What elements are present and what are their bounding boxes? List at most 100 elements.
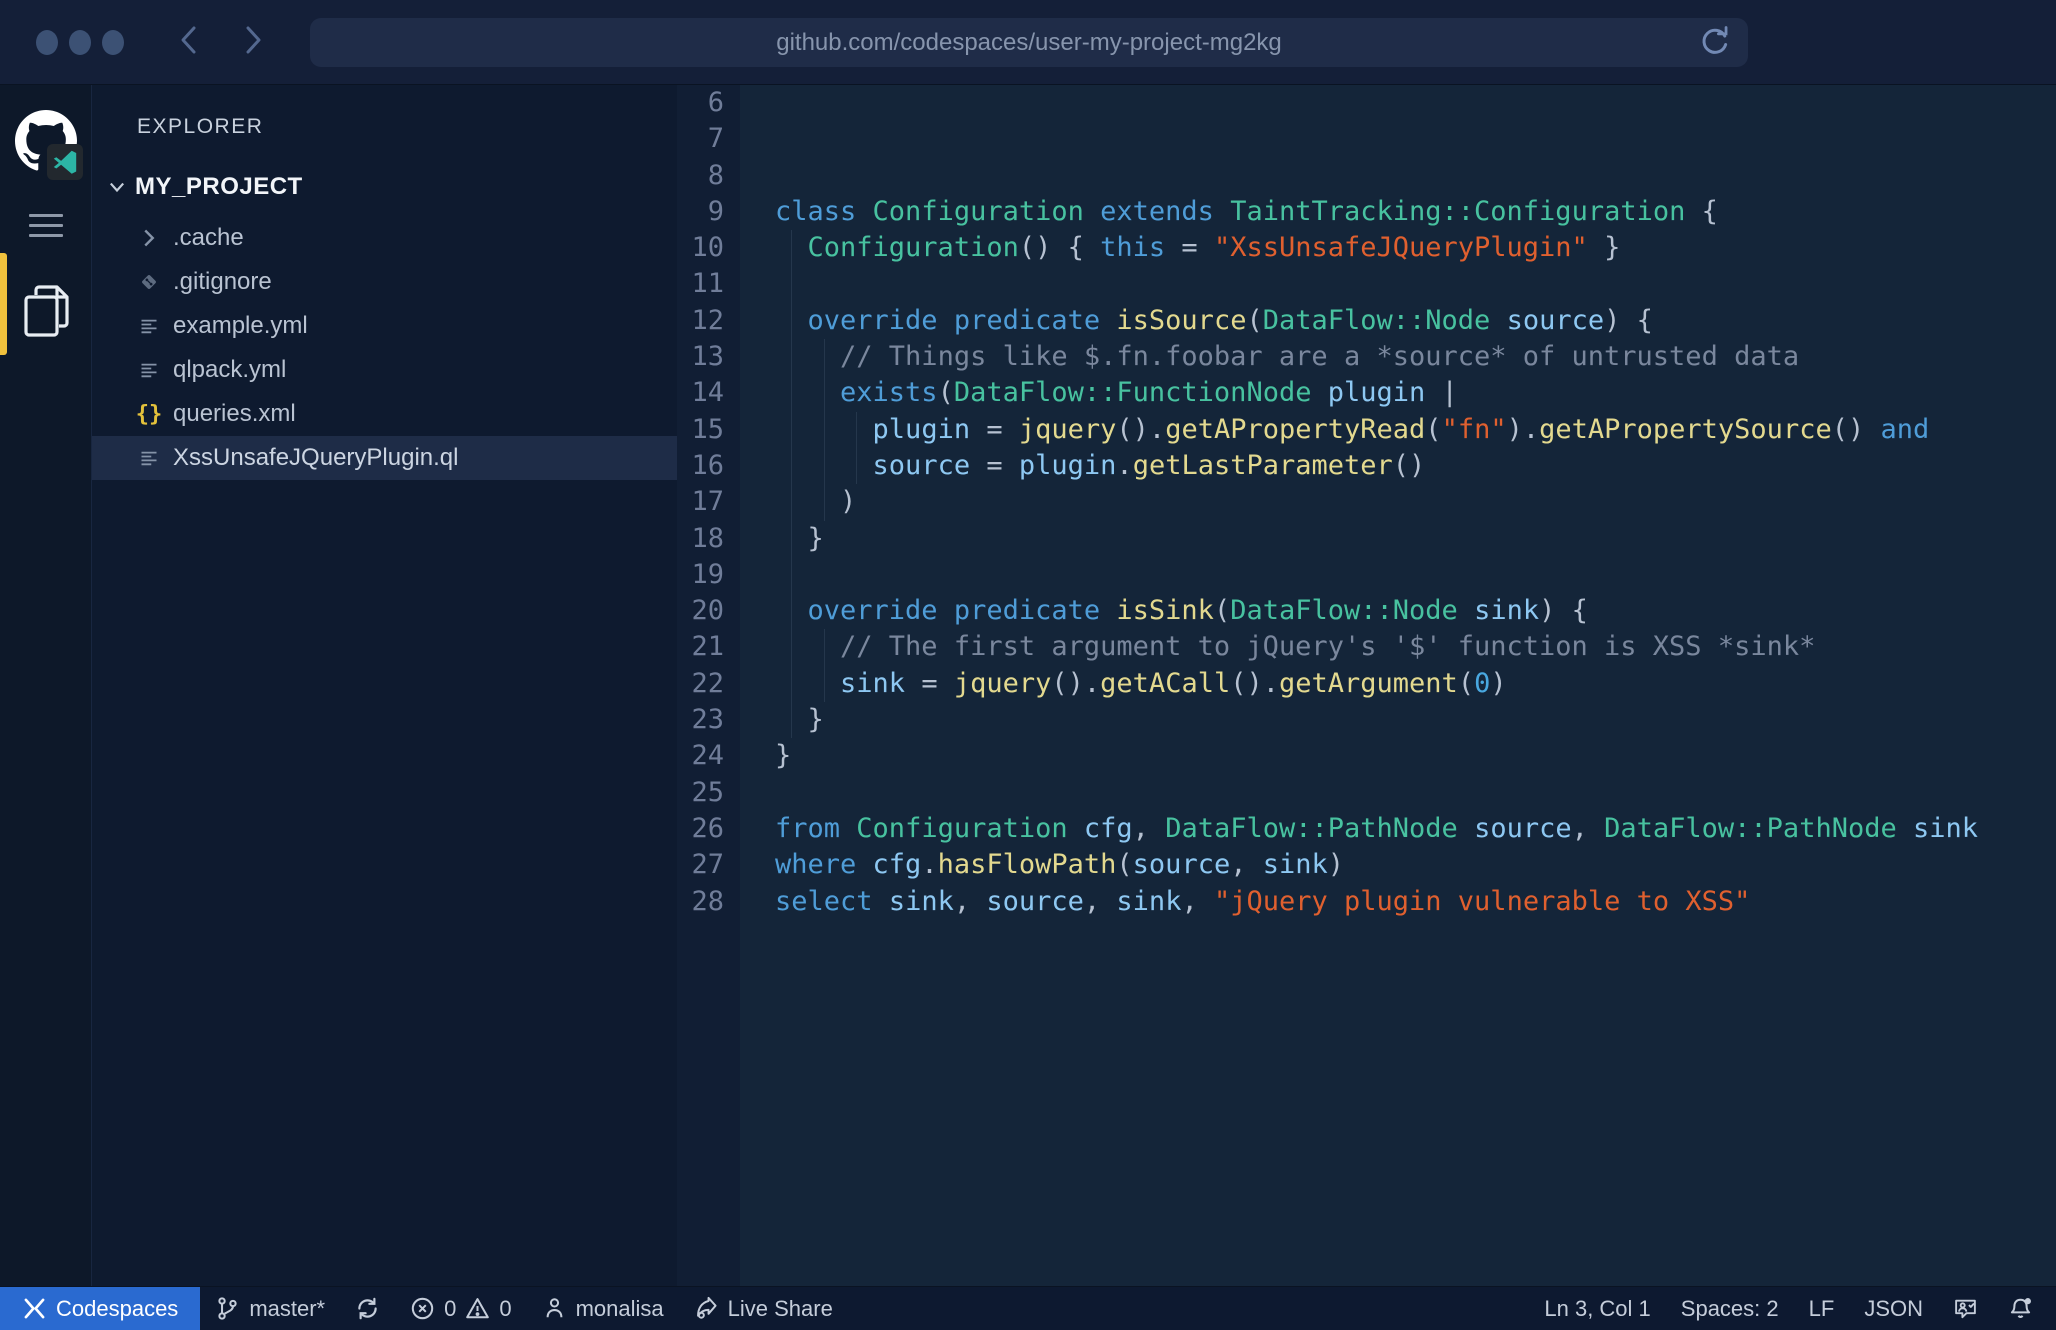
status-codespaces[interactable]: Codespaces bbox=[0, 1287, 200, 1330]
status-indentation-label: Spaces: 2 bbox=[1681, 1296, 1779, 1322]
person-icon bbox=[542, 1296, 567, 1321]
share-icon bbox=[694, 1296, 719, 1321]
tree-item--gitignore[interactable]: .gitignore bbox=[92, 260, 677, 304]
code-content: // Things like $.fn.foobar are a *source… bbox=[740, 339, 2056, 375]
indent-guide bbox=[791, 521, 792, 557]
code-line-16[interactable]: 16 source = plugin.getLastParameter() bbox=[677, 448, 2056, 484]
status-feedback[interactable] bbox=[1938, 1287, 1993, 1330]
code-line-17[interactable]: 17 ) bbox=[677, 484, 2056, 520]
github-octocat-icon[interactable] bbox=[15, 110, 77, 172]
code-line-20[interactable]: 20 override predicate isSink(DataFlow::N… bbox=[677, 593, 2056, 629]
code-line-15[interactable]: 15 plugin = jquery().getAPropertyRead("f… bbox=[677, 412, 2056, 448]
line-number: 16 bbox=[677, 448, 740, 484]
indent-guide bbox=[824, 339, 825, 375]
refresh-icon[interactable] bbox=[1698, 25, 1732, 59]
tree-item-qlpack-yml[interactable]: qlpack.yml bbox=[92, 348, 677, 392]
tree-item--cache[interactable]: .cache bbox=[92, 216, 677, 260]
status-language-mode-label: JSON bbox=[1864, 1296, 1923, 1322]
code-line-21[interactable]: 21 // The first argument to jQuery's '$'… bbox=[677, 629, 2056, 665]
address-bar[interactable]: github.com/codespaces/user-my-project-mg… bbox=[310, 18, 1748, 67]
code-line-13[interactable]: 13 // Things like $.fn.foobar are a *sou… bbox=[677, 339, 2056, 375]
code-line-25[interactable]: 25 bbox=[677, 775, 2056, 811]
window-control-dot[interactable] bbox=[102, 30, 124, 55]
status-cursor-position[interactable]: Ln 3, Col 1 bbox=[1529, 1287, 1665, 1330]
code-line-22[interactable]: 22 sink = jquery().getACall().getArgumen… bbox=[677, 666, 2056, 702]
list-file-icon bbox=[136, 445, 162, 471]
line-number: 19 bbox=[677, 557, 740, 593]
status-eol[interactable]: LF bbox=[1794, 1287, 1850, 1330]
code-line-9[interactable]: 9class Configuration extends TaintTracki… bbox=[677, 194, 2056, 230]
code-line-10[interactable]: 10 Configuration() { this = "XssUnsafeJQ… bbox=[677, 230, 2056, 266]
indent-guide bbox=[856, 412, 857, 448]
status-branch-label: master* bbox=[249, 1296, 325, 1322]
indent-guide bbox=[791, 702, 792, 738]
url-text[interactable]: github.com/codespaces/user-my-project-mg… bbox=[776, 29, 1282, 57]
indent-guide bbox=[791, 339, 792, 375]
indent-guide bbox=[791, 448, 792, 484]
browser-chrome: github.com/codespaces/user-my-project-mg… bbox=[0, 0, 2056, 85]
window-control-dot[interactable] bbox=[36, 30, 58, 55]
code-editor[interactable]: 6789class Configuration extends TaintTra… bbox=[677, 85, 2056, 1286]
code-content bbox=[740, 158, 2056, 194]
code-line-12[interactable]: 12 override predicate isSource(DataFlow:… bbox=[677, 303, 2056, 339]
code-line-7[interactable]: 7 bbox=[677, 121, 2056, 157]
forward-icon[interactable] bbox=[240, 23, 266, 62]
status-language-mode[interactable]: JSON bbox=[1849, 1287, 1938, 1330]
indent-guide bbox=[791, 412, 792, 448]
status-account[interactable]: monalisa bbox=[527, 1287, 679, 1330]
tree-item-example-yml[interactable]: example.yml bbox=[92, 304, 677, 348]
status-branch[interactable]: master* bbox=[200, 1287, 340, 1330]
code-line-8[interactable]: 8 bbox=[677, 158, 2056, 194]
status-live-share[interactable]: Live Share bbox=[679, 1287, 848, 1330]
code-line-11[interactable]: 11 bbox=[677, 266, 2056, 302]
code-content: } bbox=[740, 521, 2056, 557]
status-sync[interactable] bbox=[340, 1287, 395, 1330]
indent-guide bbox=[824, 375, 825, 411]
project-root[interactable]: MY_PROJECT bbox=[106, 170, 677, 204]
indent-guide bbox=[824, 629, 825, 665]
code-content: ) bbox=[740, 484, 2056, 520]
status-indentation[interactable]: Spaces: 2 bbox=[1666, 1287, 1794, 1330]
tree-item-label: queries.xml bbox=[173, 400, 296, 428]
code-line-14[interactable]: 14 exists(DataFlow::FunctionNode plugin … bbox=[677, 375, 2056, 411]
files-copy-icon[interactable] bbox=[21, 283, 71, 344]
code-line-24[interactable]: 24} bbox=[677, 738, 2056, 774]
code-line-18[interactable]: 18 } bbox=[677, 521, 2056, 557]
window-controls[interactable] bbox=[36, 30, 124, 55]
code-content: class Configuration extends TaintTrackin… bbox=[740, 194, 2056, 230]
indent-guide bbox=[791, 303, 792, 339]
code-line-19[interactable]: 19 bbox=[677, 557, 2056, 593]
line-number: 25 bbox=[677, 775, 740, 811]
git-diamond-icon bbox=[136, 269, 162, 295]
code-line-28[interactable]: 28select sink, source, sink, "jQuery plu… bbox=[677, 884, 2056, 920]
code-content: where cfg.hasFlowPath(source, sink) bbox=[740, 847, 2056, 883]
indent-guide bbox=[791, 266, 792, 302]
code-content: exists(DataFlow::FunctionNode plugin | bbox=[740, 375, 2056, 411]
tree-item-queries-xml[interactable]: {}queries.xml bbox=[92, 392, 677, 436]
chevron-right-icon bbox=[136, 225, 162, 251]
status-notifications[interactable] bbox=[1993, 1287, 2048, 1330]
code-line-23[interactable]: 23 } bbox=[677, 702, 2056, 738]
code-line-27[interactable]: 27where cfg.hasFlowPath(source, sink) bbox=[677, 847, 2056, 883]
explorer-title: EXPLORER bbox=[137, 115, 677, 139]
code-line-26[interactable]: 26from Configuration cfg, DataFlow::Path… bbox=[677, 811, 2056, 847]
code-content: } bbox=[740, 702, 2056, 738]
back-icon[interactable] bbox=[176, 23, 202, 62]
status-bar-right: Ln 3, Col 1 Spaces: 2 LF JSON bbox=[1529, 1287, 2048, 1330]
code-content: Configuration() { this = "XssUnsafeJQuer… bbox=[740, 230, 2056, 266]
line-number: 8 bbox=[677, 158, 740, 194]
window-control-dot[interactable] bbox=[69, 30, 91, 55]
code-line-6[interactable]: 6 bbox=[677, 85, 2056, 121]
status-problems[interactable]: 00 bbox=[395, 1287, 527, 1330]
code-content: } bbox=[740, 738, 2056, 774]
line-number: 7 bbox=[677, 121, 740, 157]
status-codespaces-label: Codespaces bbox=[56, 1296, 178, 1322]
indent-guide bbox=[791, 593, 792, 629]
warning-icon bbox=[465, 1296, 490, 1321]
tree-item-xssunsafejqueryplugin-ql[interactable]: XssUnsafeJQueryPlugin.ql bbox=[92, 436, 677, 480]
menu-icon[interactable] bbox=[29, 214, 63, 237]
line-number: 12 bbox=[677, 303, 740, 339]
code-content: from Configuration cfg, DataFlow::PathNo… bbox=[740, 811, 2056, 847]
error-icon bbox=[410, 1296, 435, 1321]
vscode-logo-icon bbox=[47, 144, 83, 180]
